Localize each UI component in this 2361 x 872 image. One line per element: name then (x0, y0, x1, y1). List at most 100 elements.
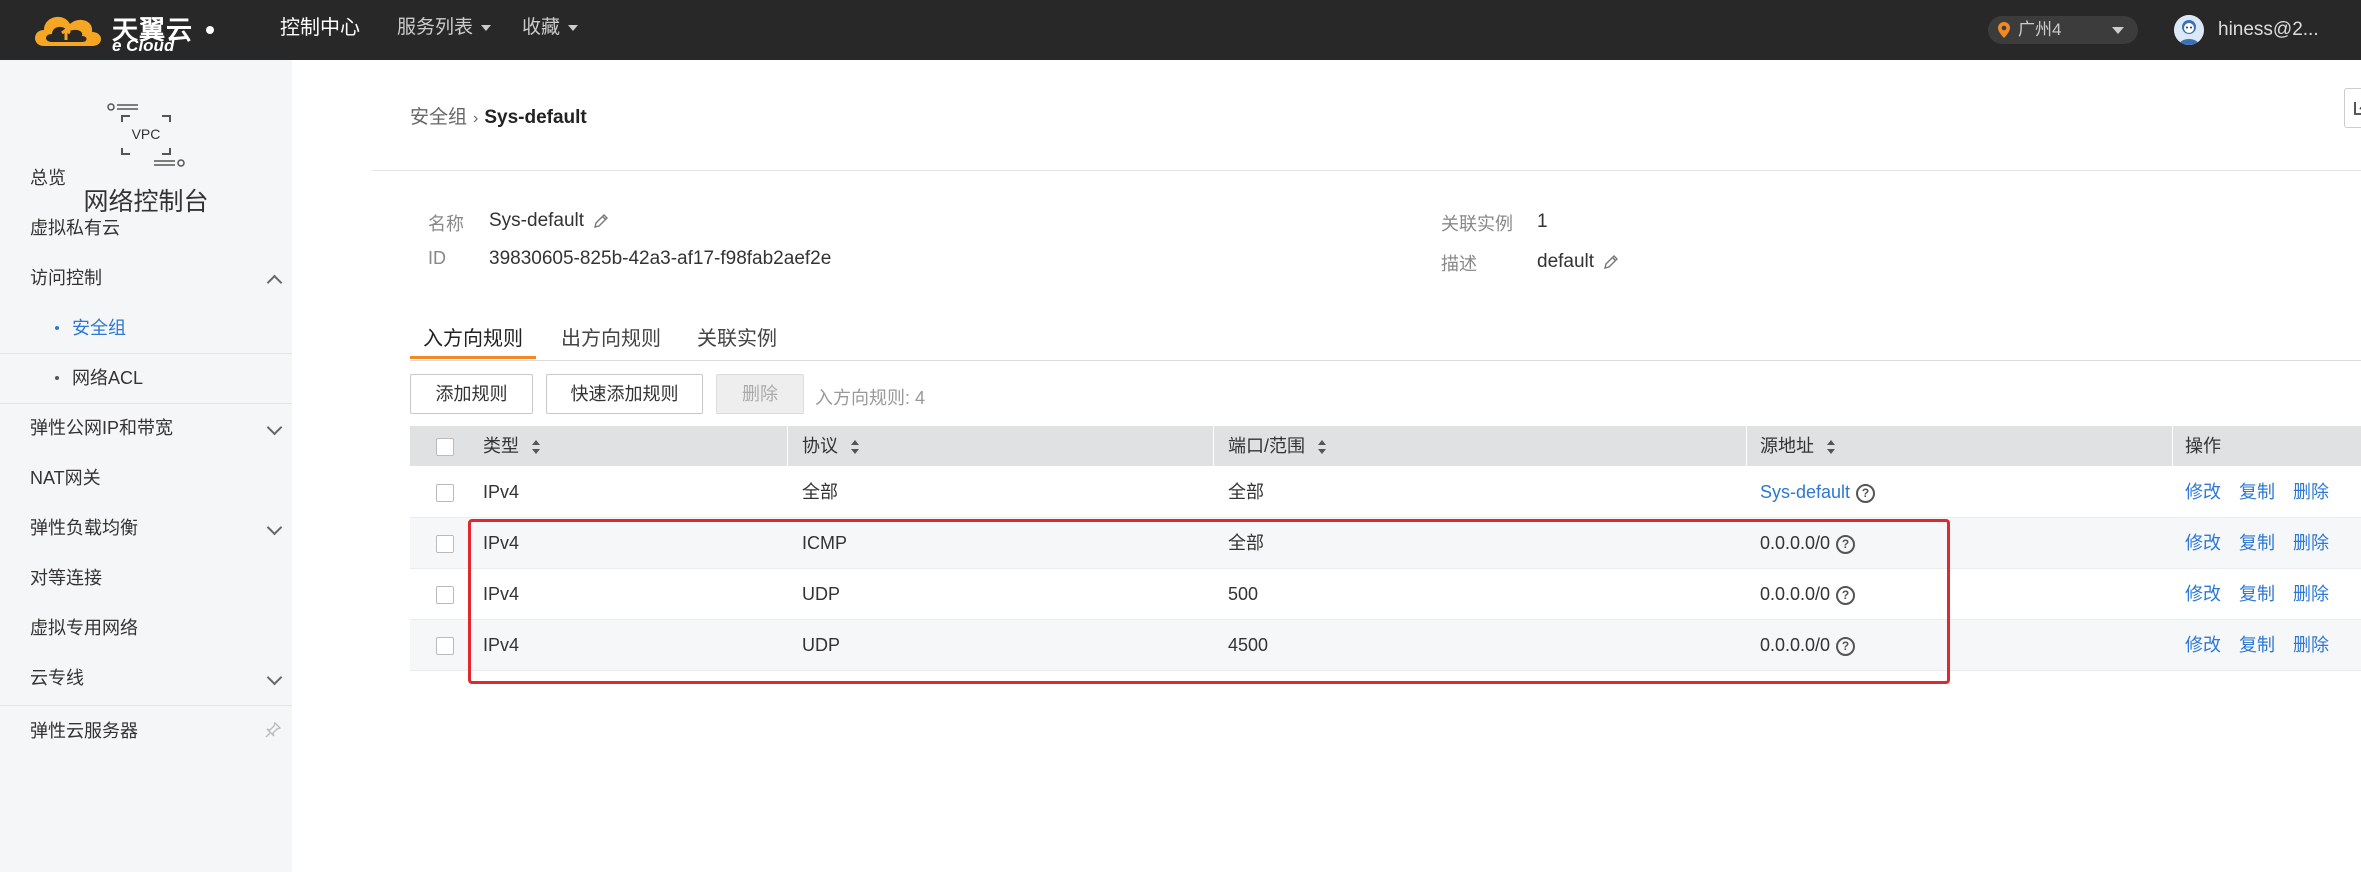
nav-favorites[interactable]: 收藏 (522, 0, 579, 60)
copy-rule-link[interactable]: 复制 (2239, 620, 2275, 670)
tab-outbound-rules[interactable]: 出方向规则 (561, 322, 661, 351)
sidebar-item-elb[interactable]: 弹性负载均衡 (0, 503, 292, 553)
name-text: Sys-default (489, 210, 585, 231)
add-rule-button[interactable]: 添加规则 (410, 374, 533, 414)
sort-icon (1318, 440, 1327, 455)
breadcrumb-parent[interactable]: 安全组 (410, 107, 467, 128)
sidebar-item-label: 网络ACL (72, 368, 144, 388)
logo-dot (206, 26, 214, 34)
header-label: 源地址 (1760, 436, 1814, 456)
quick-add-rule-button[interactable]: 快速添加规则 (546, 374, 703, 414)
sidebar-item-label: 对等连接 (30, 568, 102, 588)
sidebar-item-access-control[interactable]: 访问控制 (0, 253, 292, 303)
breadcrumb: 安全组 › Sys-default (410, 102, 587, 129)
row-checkbox[interactable] (436, 484, 454, 502)
desc-label: 描述 (1441, 254, 1477, 274)
logo-en-text: e Cloud (112, 36, 175, 55)
header-protocol[interactable]: 协议 (802, 426, 860, 466)
header-divider (372, 170, 2361, 171)
row-checkbox[interactable] (436, 637, 454, 655)
desc-text: default (1537, 251, 1595, 272)
bullet-icon (55, 326, 59, 330)
table-row: IPv4 全部 全部 Sys-default? 修改 复制 删除 (410, 467, 2361, 518)
table-header: 类型 协议 端口/范围 源地址 操作 (410, 426, 2361, 466)
sidebar-item-vpc[interactable]: 虚拟私有云 (0, 203, 292, 253)
sidebar-item-label: 虚拟私有云 (30, 218, 120, 238)
name-value: Sys-default (489, 210, 610, 232)
select-all-checkbox[interactable] (436, 438, 454, 456)
sidebar-item-eip-bandwidth[interactable]: 弹性公网IP和带宽 (0, 403, 292, 453)
edit-name-icon[interactable] (592, 212, 610, 230)
sidebar-item-ecs[interactable]: 弹性云服务器 (0, 706, 292, 756)
edit-rule-link[interactable]: 修改 (2185, 620, 2221, 670)
sidebar-item-security-group[interactable]: 安全组 (0, 303, 292, 353)
header-type[interactable]: 类型 (483, 426, 541, 466)
nav-label: 服务列表 (397, 17, 474, 38)
sidebar-item-label: 安全组 (72, 318, 126, 338)
breadcrumb-separator: › (473, 110, 479, 127)
sort-icon (851, 440, 859, 455)
copy-rule-link[interactable]: 复制 (2239, 467, 2275, 517)
user-avatar[interactable] (2174, 15, 2204, 45)
sidebar-item-label: 弹性公网IP和带宽 (30, 418, 174, 438)
delete-button[interactable]: 删除 (716, 374, 804, 414)
header-label: 协议 (802, 436, 838, 456)
delete-rule-link[interactable]: 删除 (2293, 518, 2329, 568)
location-pin-icon (1998, 22, 2010, 38)
bullet-icon (55, 376, 59, 380)
tab-inbound-rules[interactable]: 入方向规则 (423, 322, 523, 351)
sidebar-item-direct-connect[interactable]: 云专线 (0, 653, 292, 703)
sidebar-item-label: NAT网关 (30, 468, 101, 488)
delete-rule-link[interactable]: 删除 (2293, 569, 2329, 619)
sidebar-item-label: 弹性云服务器 (30, 721, 138, 741)
edit-rule-link[interactable]: 修改 (2185, 518, 2221, 568)
column-divider (787, 426, 788, 466)
edit-rule-link[interactable]: 修改 (2185, 467, 2221, 517)
row-checkbox[interactable] (436, 586, 454, 604)
region-label: 广州4 (2018, 20, 2062, 39)
cell-source[interactable]: Sys-default? (1760, 467, 1876, 517)
copy-rule-link[interactable]: 复制 (2239, 569, 2275, 619)
region-selector[interactable]: 广州4 (1988, 16, 2138, 44)
column-divider (1213, 426, 1214, 466)
sidebar-item-nat-gateway[interactable]: NAT网关 (0, 453, 292, 503)
help-icon[interactable]: ? (1856, 483, 1876, 503)
header-source[interactable]: 源地址 (1760, 426, 1836, 466)
instances-label: 关联实例 (1441, 214, 1513, 234)
sidebar-item-vpn[interactable]: 虚拟专用网络 (0, 603, 292, 653)
ecloud-logo[interactable]: 天翼云 e Cloud (30, 6, 214, 55)
edit-rule-link[interactable]: 修改 (2185, 569, 2221, 619)
sidebar-item-peering[interactable]: 对等连接 (0, 553, 292, 603)
sidebar-item-network-acl[interactable]: 网络ACL (0, 353, 292, 403)
header-port-range[interactable]: 端口/范围 (1228, 426, 1327, 466)
id-value: 39830605-825b-42a3-af17-f98fab2aef2e (489, 248, 832, 269)
sort-icon (532, 440, 540, 455)
sidebar: VPC 网络控制台 总览 虚拟私有云 访问控制 安全组 网络ACL 弹性公网IP… (0, 60, 292, 872)
cell-port: 全部 (1228, 482, 1264, 502)
username[interactable]: hiness@2... (2218, 0, 2319, 60)
refresh-button[interactable] (2344, 88, 2361, 128)
chevron-down-icon (266, 419, 283, 436)
cell-protocol: 全部 (802, 482, 838, 502)
tab-associated-instances[interactable]: 关联实例 (697, 322, 777, 351)
column-divider (1746, 426, 1747, 466)
delete-rule-link[interactable]: 删除 (2293, 467, 2329, 517)
caret-down-icon (2112, 27, 2124, 34)
edit-desc-icon[interactable] (1602, 253, 1620, 271)
nav-service-list[interactable]: 服务列表 (397, 0, 492, 60)
refresh-icon (2354, 102, 2361, 115)
nav-label: 收藏 (522, 17, 561, 38)
copy-rule-link[interactable]: 复制 (2239, 518, 2275, 568)
delete-rule-link[interactable]: 删除 (2293, 620, 2329, 670)
pin-icon[interactable] (264, 721, 282, 739)
header-label: 类型 (483, 436, 519, 456)
sidebar-item-label: 总览 (30, 168, 66, 188)
caret-down-icon (568, 24, 579, 31)
row-checkbox[interactable] (436, 535, 454, 553)
sidebar-item-overview[interactable]: 总览 (0, 153, 292, 203)
avatar-icon (2174, 15, 2204, 45)
instances-value[interactable]: 1 (1537, 211, 1548, 233)
sidebar-item-label: 弹性负载均衡 (30, 518, 138, 538)
name-label: 名称 (428, 214, 464, 234)
nav-control-center[interactable]: 控制中心 (280, 0, 360, 60)
